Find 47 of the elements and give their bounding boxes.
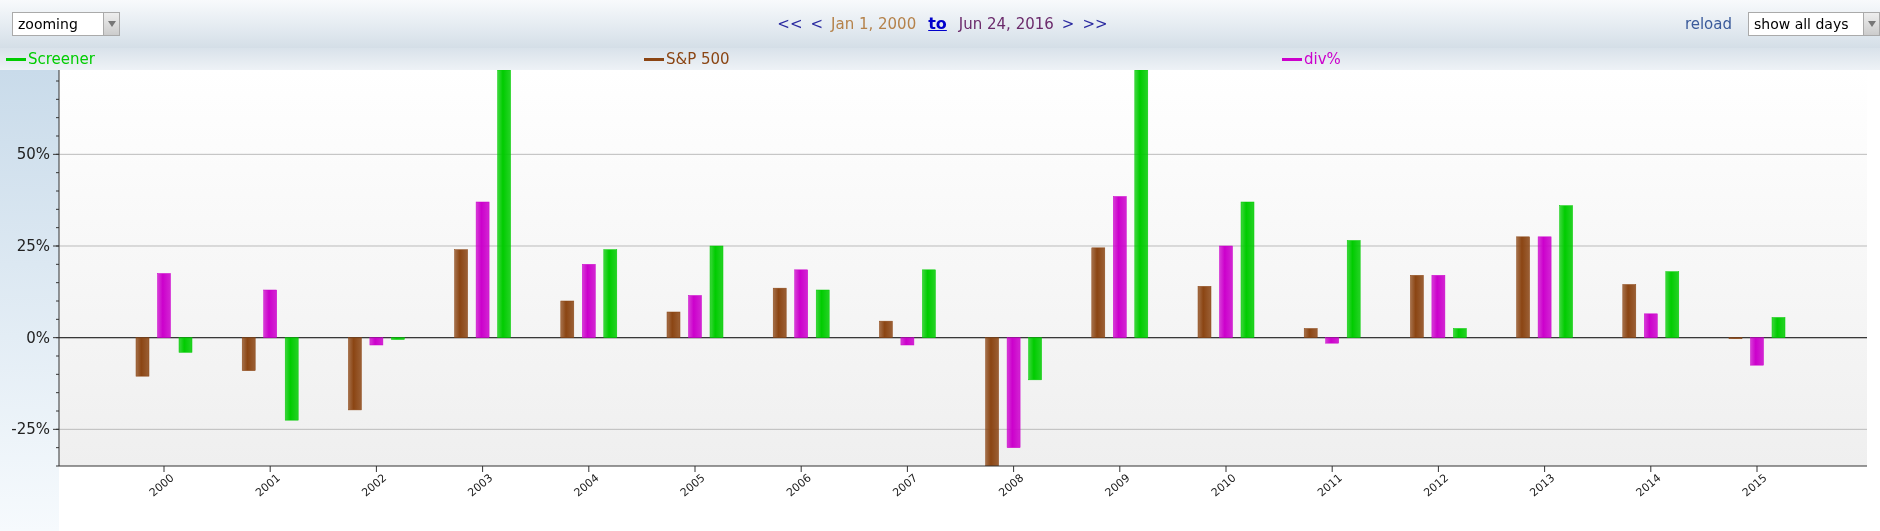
legend-label: Screener	[28, 49, 95, 70]
bar	[241, 337, 256, 371]
previous-link[interactable]: <	[810, 12, 824, 36]
bar	[560, 300, 575, 338]
bar	[1303, 328, 1318, 338]
bar	[794, 269, 808, 338]
bar	[900, 337, 915, 346]
bar	[1325, 337, 1339, 344]
previous-link[interactable]: <<	[777, 12, 803, 36]
bar	[1197, 286, 1212, 338]
next-link[interactable]: >>	[1082, 12, 1108, 36]
bar	[688, 295, 702, 338]
next-link[interactable]: >	[1061, 12, 1075, 36]
y-tick-label: -25%	[11, 420, 50, 439]
bar	[263, 289, 277, 338]
range-select[interactable]: show all days	[1748, 12, 1880, 36]
bar	[135, 337, 150, 377]
bar	[815, 289, 830, 338]
y-tick-label: 0%	[26, 328, 50, 347]
bar	[879, 320, 893, 338]
bar	[1431, 275, 1446, 338]
bar	[369, 337, 384, 346]
bar	[922, 269, 936, 338]
end-date: Jun 24, 2016	[958, 13, 1054, 35]
bar	[157, 273, 171, 338]
dropdown-arrow-icon	[107, 21, 116, 27]
legend-label: S&P 500	[666, 49, 730, 70]
dropdown-arrow-icon	[1867, 21, 1876, 27]
bar	[1453, 328, 1467, 338]
bar	[1410, 275, 1424, 338]
bar	[391, 337, 405, 340]
bar	[1028, 337, 1042, 381]
bar	[1771, 317, 1786, 338]
to-link[interactable]: to	[928, 12, 947, 36]
y-tick-label: 50%	[16, 145, 50, 164]
bar	[666, 311, 681, 338]
bar	[1644, 313, 1658, 338]
legend-label: div%	[1304, 49, 1341, 70]
bar	[1665, 271, 1680, 338]
start-date: Jan 1, 2000	[831, 13, 917, 35]
y-tick-label: 25%	[16, 237, 50, 255]
bar	[1622, 284, 1637, 338]
reload-link[interactable]: reload	[1684, 12, 1732, 36]
bar	[178, 337, 193, 353]
mode-select[interactable]: zooming	[12, 12, 120, 36]
bar	[772, 287, 787, 338]
bar	[1750, 337, 1764, 366]
